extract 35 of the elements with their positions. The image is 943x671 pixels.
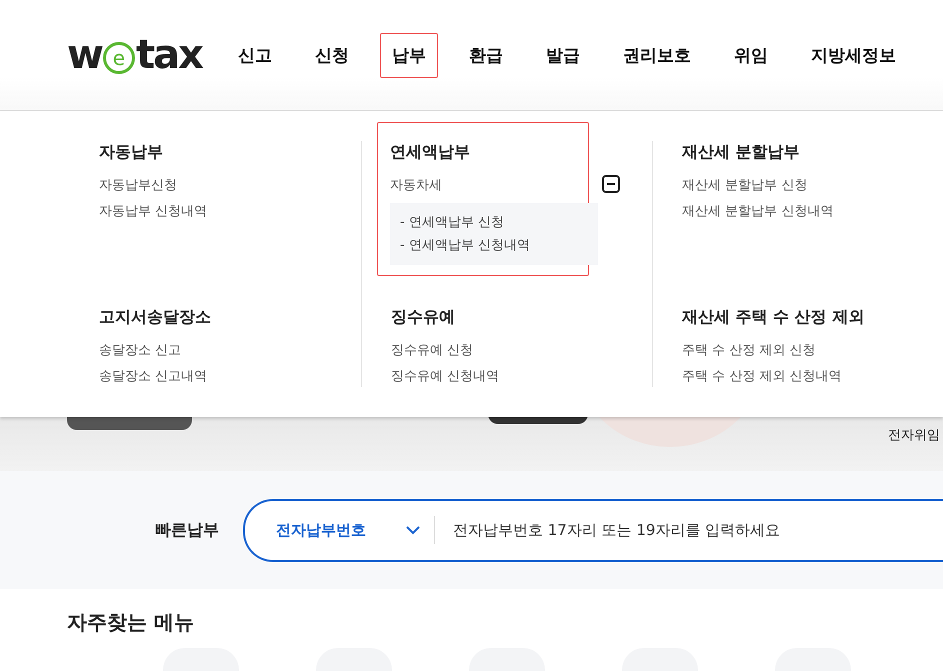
nav-menu-item[interactable]: 납부 [380, 32, 438, 78]
nav-menu-item[interactable]: 지방세정보 [798, 32, 908, 78]
menu-group-title: 고지서송달장소 [99, 307, 212, 328]
menu-group-title: 징수유예 [391, 307, 456, 328]
submenu-link[interactable]: 자동차세 [390, 173, 588, 199]
submenu-link[interactable]: 재산세 분할납부 신청 [682, 173, 942, 199]
submenu-link[interactable]: 징수유예 신청 [391, 338, 651, 364]
submenu-link[interactable]: 주택 수 산정 제외 신청 [682, 338, 942, 364]
nav-menu-item[interactable]: 권리보호 [610, 32, 703, 78]
menu-group-title: 연세액납부 [390, 142, 471, 163]
banner-caption: 전자위임 [888, 427, 940, 444]
menu-group-title: 재산세 분할납부 [682, 142, 801, 163]
nav-menu-item[interactable]: 환급 [456, 32, 515, 78]
submenu-link[interactable]: 자동납부신청 [99, 173, 360, 199]
quick-pay-label: 빠른납부 [155, 520, 220, 540]
nav-menu-item[interactable]: 위임 [722, 32, 780, 78]
submenu-link[interactable]: 송달장소 신고내역 [99, 364, 360, 390]
wetax-logo[interactable]: w e tax [67, 35, 202, 75]
submenu-sublink[interactable]: - 연세액납부 신청내역 [400, 234, 588, 257]
menu-group-title: 자동납부 [99, 142, 164, 163]
submenu-link[interactable]: 주택 수 산정 제외 신청내역 [682, 364, 942, 390]
section-title: 자주찾는 메뉴 [67, 609, 195, 636]
submenu-link[interactable]: 자동납부 신청내역 [99, 199, 360, 225]
chevron-down-icon [406, 526, 420, 534]
nav-menu-item[interactable]: 신청 [302, 32, 361, 78]
submenu-link[interactable]: 송달장소 신고 [99, 338, 360, 364]
quick-pay-field[interactable]: 전자납부번호 전자납부번호 17자리 또는 19자리를 입력하세요 [243, 498, 943, 562]
submenu-sublink[interactable]: - 연세액납부 신청 [400, 211, 588, 234]
collapse-toggle-icon[interactable] [602, 175, 620, 193]
submenu-link[interactable]: 징수유예 신청내역 [391, 364, 651, 390]
nav-menu-item[interactable]: 발급 [534, 32, 592, 78]
payment-type-select[interactable]: 전자납부번호 [245, 516, 435, 544]
menu-group-title: 재산세 주택 수 산정 제외 [682, 307, 866, 328]
nav-menu-item[interactable]: 신고 [226, 32, 284, 78]
submenu-link[interactable]: 재산세 분할납부 신청내역 [682, 199, 942, 225]
